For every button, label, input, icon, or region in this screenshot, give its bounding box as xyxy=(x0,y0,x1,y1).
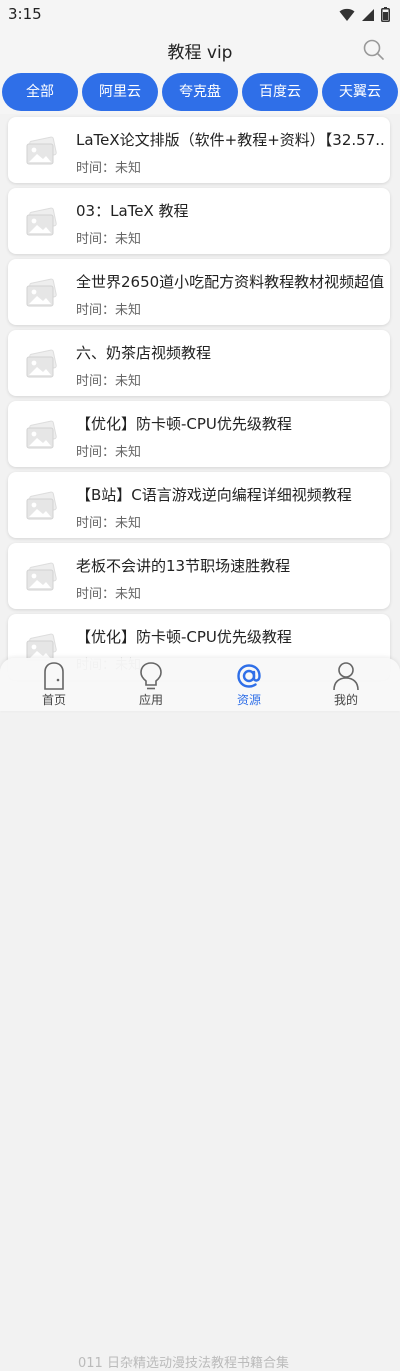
item-title: 03：LaTeX 教程 xyxy=(76,202,189,220)
item-time: 时间：未知 xyxy=(76,161,142,176)
at-icon xyxy=(237,664,261,688)
tab-aliyun[interactable]: 阿里云 xyxy=(82,73,158,111)
nav-label: 我的 xyxy=(333,693,358,707)
item-title: LaTeX论文排版（软件+教程+资料）【32.57... xyxy=(76,131,384,149)
list-item[interactable]: LaTeX论文排版（软件+教程+资料）【32.57... 时间：未知 xyxy=(8,117,390,183)
image-placeholder-icon xyxy=(26,207,57,236)
image-placeholder-icon xyxy=(26,349,57,378)
nav-apps[interactable]: 应用 xyxy=(111,658,191,711)
item-title: 老板不会讲的13节职场速胜教程 xyxy=(76,557,291,575)
item-time: 时间：未知 xyxy=(76,516,142,531)
lightbulb-icon xyxy=(140,662,162,690)
user-icon xyxy=(333,662,359,691)
category-tabs: 全部 阿里云 夸克盘 百度云 天翼云 xyxy=(0,70,400,114)
list-item[interactable]: 【优化】防卡顿-CPU优先级教程 时间：未知 xyxy=(8,401,390,467)
image-placeholder-icon xyxy=(26,420,57,449)
image-placeholder-icon xyxy=(26,136,57,165)
item-time: 时间：未知 xyxy=(76,303,142,318)
image-placeholder-icon xyxy=(26,278,57,307)
list-item[interactable]: 六、奶茶店视频教程 时间：未知 xyxy=(8,330,390,396)
wifi-icon xyxy=(339,8,355,21)
status-bar: 3:15 xyxy=(0,0,400,30)
nav-profile[interactable]: 我的 xyxy=(306,658,386,711)
signal-icon xyxy=(362,8,374,21)
nav-resources[interactable]: 资源 xyxy=(209,658,289,711)
nav-home[interactable]: 首页 xyxy=(14,658,94,711)
bottom-nav: 011 日杂精选动漫技法教程书籍合集 首页 应用 资源 我的 xyxy=(0,658,400,1371)
tab-all[interactable]: 全部 xyxy=(2,73,78,111)
tab-baidu[interactable]: 百度云 xyxy=(242,73,318,111)
nav-label: 首页 xyxy=(41,693,66,707)
list-item[interactable]: 【B站】C语言游戏逆向编程详细视频教程 时间：未知 xyxy=(8,472,390,538)
item-title: 全世界2650道小吃配方资料教程教材视频超值 xyxy=(76,273,384,291)
tab-tianyi[interactable]: 天翼云 xyxy=(322,73,398,111)
page-title: 教程 vip xyxy=(167,43,233,63)
nav-label: 资源 xyxy=(236,693,261,707)
nav-label: 应用 xyxy=(138,693,163,707)
tab-quark[interactable]: 夸克盘 xyxy=(162,73,238,111)
battery-icon xyxy=(381,7,390,22)
item-time: 时间：未知 xyxy=(76,232,142,247)
item-time: 时间：未知 xyxy=(76,587,142,602)
home-icon xyxy=(44,662,64,690)
search-icon[interactable] xyxy=(362,38,386,62)
header: 教程 vip xyxy=(0,30,400,70)
item-title: 六、奶茶店视频教程 xyxy=(76,344,212,362)
item-title: 【优化】防卡顿-CPU优先级教程 xyxy=(76,628,292,646)
list-item[interactable]: 03：LaTeX 教程 时间：未知 xyxy=(8,188,390,254)
image-placeholder-icon xyxy=(26,562,57,591)
list-item[interactable]: 全世界2650道小吃配方资料教程教材视频超值 时间：未知 xyxy=(8,259,390,325)
image-placeholder-icon xyxy=(26,491,57,520)
peek-item-title: 011 日杂精选动漫技法教程书籍合集 xyxy=(78,1356,289,1371)
status-icons xyxy=(339,7,390,22)
list-item[interactable]: 老板不会讲的13节职场速胜教程 时间：未知 xyxy=(8,543,390,609)
status-time: 3:15 xyxy=(8,5,42,23)
item-title: 【B站】C语言游戏逆向编程详细视频教程 xyxy=(76,486,352,504)
item-time: 时间：未知 xyxy=(76,374,142,389)
item-title: 【优化】防卡顿-CPU优先级教程 xyxy=(76,415,292,433)
item-time: 时间：未知 xyxy=(76,445,142,460)
